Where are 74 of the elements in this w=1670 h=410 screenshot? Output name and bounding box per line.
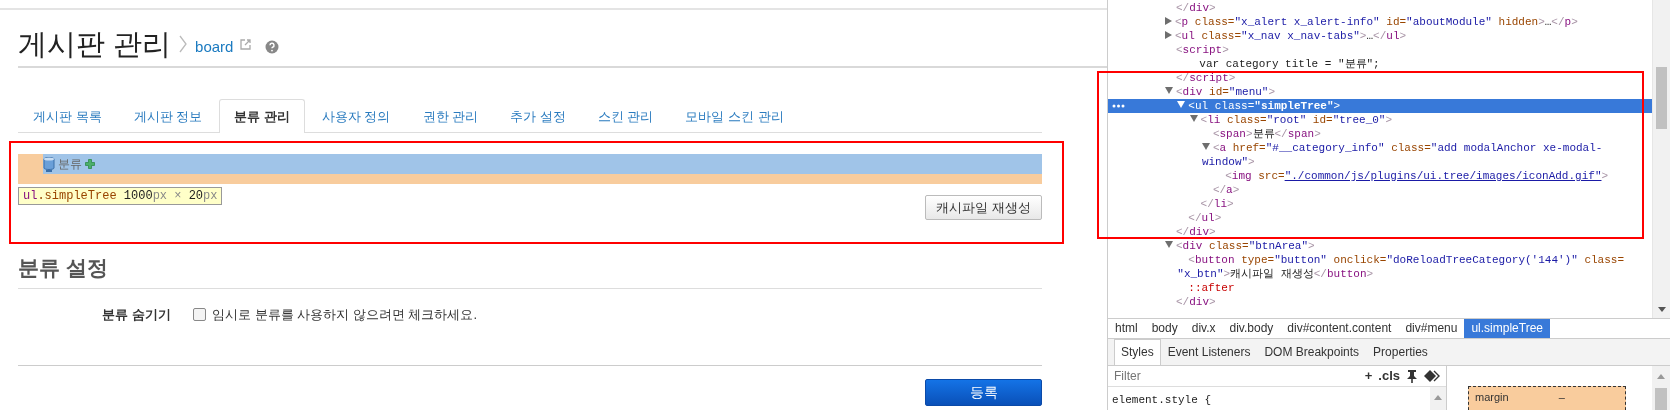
collapse-arrow-icon[interactable] — [1165, 241, 1173, 249]
dom-node-line[interactable]: <button type="button" onclick="doReloadTreeCategory('144')" class="x_btn">캐시파일 재생성</button> — [1108, 253, 1652, 281]
checkbox-label: 임시로 분류를 사용하지 않으려면 체크하세요. — [212, 305, 478, 324]
tab[interactable]: 스킨 관리 — [582, 99, 669, 132]
dom-node-line[interactable]: ::after — [1108, 281, 1652, 295]
dom-node-line[interactable]: var category title = "분류"; — [1108, 57, 1652, 71]
box-model-label: margin — [1475, 390, 1509, 405]
page-title: 게시판 관리 — [18, 27, 172, 62]
tab[interactable]: 게시판 목록 — [18, 99, 117, 132]
dom-node-line[interactable]: <li class="root" id="tree_0"> — [1108, 113, 1652, 127]
scrollbar[interactable] — [1430, 387, 1446, 410]
expand-arrow-icon[interactable] — [1165, 30, 1172, 39]
dom-node-line[interactable]: <img src="./common/js/plugins/ui.tree/images/iconAdd.gif"> — [1108, 169, 1652, 183]
collapse-arrow-icon[interactable] — [1165, 87, 1173, 95]
field-label: 분류 숨기기 — [101, 305, 172, 324]
scroll-up-icon[interactable] — [1657, 374, 1665, 380]
dom-node-line[interactable]: <span>분류</span> — [1108, 127, 1652, 141]
scrollbar[interactable] — [1652, 366, 1670, 410]
tab[interactable]: 추가 설정 — [495, 99, 581, 132]
box-model-value: – — [1558, 390, 1565, 405]
scroll-up-icon[interactable] — [1434, 395, 1442, 401]
closing-tag-line[interactable]: </a> — [1108, 183, 1652, 197]
filter-field[interactable]: Filter — [1112, 366, 1359, 386]
collapse-arrow-icon[interactable] — [1201, 143, 1210, 151]
collapse-arrow-icon[interactable] — [1189, 115, 1198, 123]
help-icon[interactable] — [265, 40, 280, 54]
dom-node-line[interactable]: <script> — [1108, 43, 1652, 57]
dom-node-line[interactable]: <a href="#__category_info" class="add modalAnchor xe-modal-window"> — [1108, 141, 1652, 169]
submit-button[interactable]: 등록 — [925, 378, 1042, 406]
closing-tag-line[interactable]: </script> — [1108, 71, 1652, 85]
scrollbar-thumb[interactable] — [1655, 387, 1667, 410]
breadcrumb[interactable]: div.x — [1184, 319, 1223, 338]
tab[interactable]: DOM Breakpoints — [1257, 339, 1367, 365]
scrollbar[interactable] — [1652, 0, 1670, 318]
toolbar-button[interactable]: + — [1364, 366, 1373, 386]
checkbox[interactable] — [193, 308, 206, 321]
more-icon[interactable] — [1112, 104, 1125, 108]
closing-tag-line[interactable]: </li> — [1108, 197, 1652, 211]
dom-node-line[interactable]: <ul class="x_nav x_nav-tabs">…</ul> — [1108, 29, 1652, 43]
tab[interactable]: 분류 관리 — [219, 99, 305, 133]
scroll-down-icon[interactable] — [1658, 307, 1666, 312]
dom-node-line[interactable]: <div class="btnArea"> — [1108, 239, 1652, 253]
dom-node-line[interactable]: <p class="x_alert x_alert-info" id="aboutModule" hidden>…</p> — [1108, 15, 1652, 29]
regenerate-cache-button[interactable]: 캐시파일 재생성 — [925, 195, 1042, 220]
style-rule: element.style { — [1112, 393, 1213, 408]
tab[interactable]: Properties — [1366, 339, 1435, 365]
breadcrumb[interactable]: body — [1144, 319, 1185, 338]
closing-tag-line[interactable]: </ul> — [1108, 211, 1652, 225]
breadcrumb[interactable]: div#menu — [1398, 319, 1465, 338]
tab[interactable]: 모바일 스킨 관리 — [670, 99, 799, 132]
closing-tag-line[interactable]: </div> — [1108, 225, 1652, 239]
dom-node-line[interactable]: </div> — [1108, 1, 1652, 15]
breadcrumb[interactable]: ul.simpleTree — [1464, 319, 1550, 338]
closing-tag-line[interactable]: </div> — [1108, 295, 1652, 309]
tab[interactable]: Styles — [1114, 339, 1161, 365]
expand-arrow-icon[interactable] — [1165, 16, 1172, 25]
rendering-icon[interactable] — [1424, 370, 1440, 382]
tree-node-icon — [43, 155, 55, 173]
tab[interactable]: 게시판 정보 — [118, 99, 218, 132]
inspector-tooltip: ul.simpleTree 1000px × 20px — [18, 187, 223, 205]
scrollbar-thumb[interactable] — [1656, 67, 1667, 129]
external-link-icon[interactable] — [239, 38, 252, 50]
module-link[interactable]: board — [195, 35, 234, 59]
breadcrumb[interactable]: div#content.content — [1280, 319, 1399, 338]
collapse-arrow-icon[interactable] — [1177, 101, 1186, 109]
tab[interactable]: 사용자 정의 — [306, 99, 406, 132]
section-heading: 분류 설정 — [18, 252, 1042, 289]
tab[interactable]: Event Listeners — [1160, 339, 1258, 365]
breadcrumb[interactable]: div.body — [1222, 319, 1281, 338]
toolbar-button[interactable]: .cls — [1378, 366, 1400, 386]
dom-node-line[interactable]: <div id="menu"> — [1108, 85, 1652, 99]
breadcrumb[interactable]: html — [1108, 319, 1145, 338]
pin-icon[interactable] — [1406, 369, 1418, 383]
tab[interactable]: 권한 관리 — [407, 99, 494, 132]
